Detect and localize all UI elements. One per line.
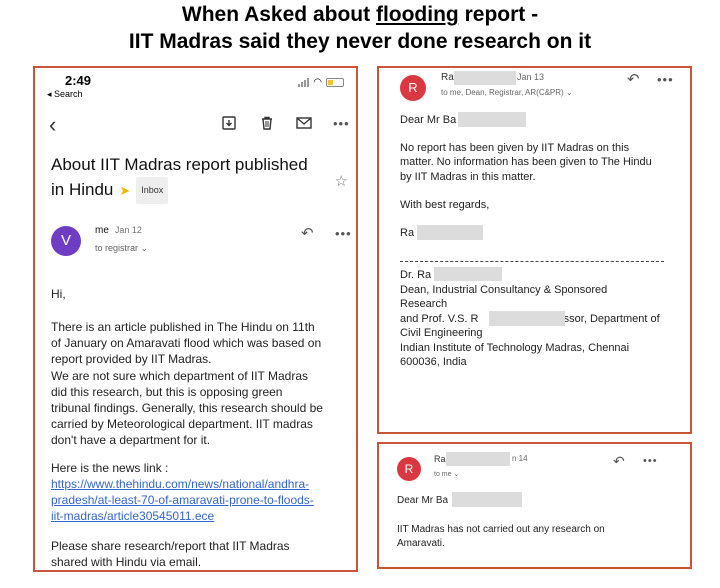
more-options-icon[interactable]: ••• [643, 455, 658, 467]
phone-email-panel: 2:49 ◂ Search ◠ ‹ ••• About IIT Madras r… [33, 66, 358, 572]
reply-icon[interactable]: ↶ [301, 224, 314, 242]
status-time: 2:49 [65, 73, 92, 88]
signoff-name: Ra [400, 227, 415, 239]
inbox-label[interactable]: Inbox [136, 177, 169, 205]
greeting: Dear Mr Ba [400, 114, 457, 126]
redaction-box [458, 112, 526, 127]
important-marker-icon: ➤ [119, 183, 131, 199]
avatar: V [51, 226, 81, 256]
back-chevron-icon[interactable]: ‹ [49, 112, 56, 138]
news-link[interactable]: https://www.thehindu.com/news/national/a… [51, 476, 314, 525]
reply-body: No report has been given by IIT Madras o… [400, 142, 652, 183]
email-date: n 14 [512, 454, 528, 463]
avatar: R [400, 75, 426, 101]
wifi-icon: ◠ [313, 77, 322, 88]
reply-icon[interactable]: ↶ [613, 453, 625, 470]
greeting: Dear Mr Ba [397, 495, 449, 506]
greeting: Hi, [51, 287, 66, 301]
more-options-icon[interactable]: ••• [657, 72, 674, 87]
reply-email-panel-2: R Ra n 14 to me ⌄ ↶ ••• Dear Mr Ba IIT M… [377, 442, 692, 569]
star-icon[interactable]: ☆ [335, 172, 348, 190]
message-more-icon[interactable]: ••• [335, 226, 352, 241]
status-icons: ◠ [298, 77, 344, 88]
redaction-box [446, 452, 510, 466]
email-subject: About IIT Madras report published in Hin… [51, 152, 331, 205]
sender-line: me Jan 12 [95, 225, 142, 236]
redaction-box [489, 311, 565, 326]
sender-name: Ra [434, 454, 446, 464]
recipient-line[interactable]: to me, Dean, Registrar, AR(C&PR) ⌄ [441, 88, 573, 97]
headline-line-2: IIT Madras said they never done research… [128, 30, 592, 53]
email-body-paragraph: There is an article published in The Hin… [51, 320, 323, 448]
battery-icon [326, 78, 344, 87]
redaction-box [434, 267, 502, 281]
archive-icon[interactable] [221, 116, 237, 132]
redaction-box [417, 225, 483, 240]
mail-icon[interactable] [296, 116, 312, 132]
recipient-line[interactable]: to registrar ⌄ [95, 243, 148, 254]
more-options-icon[interactable]: ••• [333, 116, 349, 132]
reply-body: IIT Madras has not carried out any resea… [397, 524, 605, 549]
cell-signal-icon [298, 78, 310, 87]
signature-divider [400, 261, 664, 262]
email-date: Jan 13 [517, 72, 545, 82]
recipient-line[interactable]: to me ⌄ [434, 470, 459, 478]
news-link-label: Here is the news link : [51, 461, 169, 475]
back-to-search-link[interactable]: ◂ Search [47, 89, 83, 100]
avatar: R [397, 457, 421, 481]
reply-icon[interactable]: ↶ [627, 70, 640, 88]
regards-line: With best regards, [400, 199, 490, 211]
signature-name: Dr. Ra [400, 269, 432, 281]
redaction-box [452, 492, 522, 507]
sender-name: Ra [441, 72, 454, 83]
signature-block: Dean, Industrial Consultancy & Sponsored… [400, 284, 660, 369]
trash-icon[interactable] [259, 116, 275, 132]
reply-email-panel-1: R Ra Jan 13 to me, Dean, Registrar, AR(C… [377, 66, 692, 434]
headline-line-1: When Asked about flooding report - [181, 3, 539, 26]
closing-paragraph: Please share research/report that IIT Ma… [51, 539, 290, 570]
redaction-box [454, 71, 516, 85]
